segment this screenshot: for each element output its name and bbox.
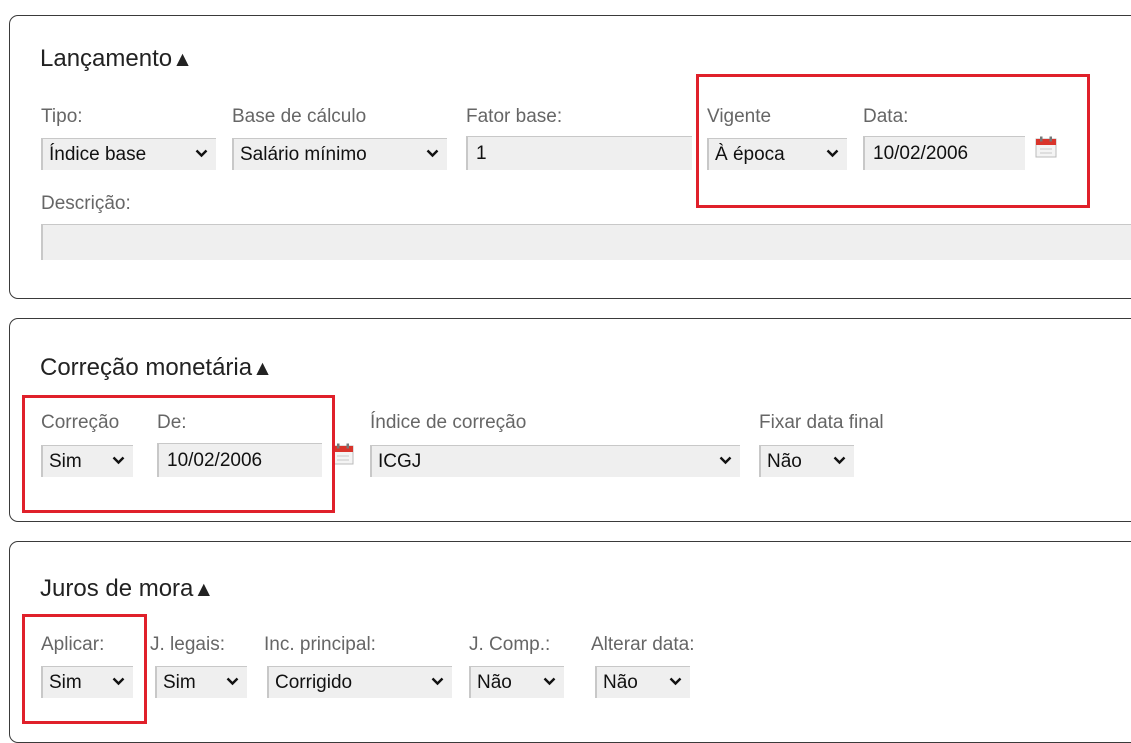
indice-correcao-label: Índice de correção (370, 412, 527, 433)
correcao-title[interactable]: Correção monetária▲ (40, 354, 273, 382)
juros-legais-select[interactable]: Sim (155, 666, 247, 698)
tipo-label: Tipo: (41, 106, 83, 127)
collapse-arrow-icon[interactable]: ▲ (172, 48, 193, 71)
fixar-data-final-label: Fixar data final (759, 412, 884, 433)
collapse-arrow-icon[interactable]: ▲ (252, 357, 273, 380)
juros-panel: Juros de mora▲ Aplicar: Sim J. legais: S… (9, 541, 1131, 743)
alterar-data-select-value: Não (603, 672, 638, 693)
juros-comp-label: J. Comp.: (469, 634, 551, 655)
chevron-down-icon (195, 149, 208, 158)
juros-comp-select-value: Não (477, 672, 512, 693)
inc-principal-label: Inc. principal: (264, 634, 376, 655)
chevron-down-icon (719, 456, 732, 465)
lancamento-title[interactable]: Lançamento▲ (40, 45, 193, 73)
juros-title-text: Juros de mora (40, 575, 194, 602)
base-calculo-select-value: Salário mínimo (240, 144, 367, 165)
juros-legais-label: J. legais: (150, 634, 225, 655)
inc-principal-select-value: Corrigido (275, 672, 353, 693)
alterar-data-select[interactable]: Não (595, 666, 690, 698)
inc-principal-select[interactable]: Corrigido (267, 666, 452, 698)
chevron-down-icon (833, 456, 846, 465)
chevron-down-icon (226, 677, 239, 686)
correcao-panel: Correção monetária▲ Correção Sim De: 10/… (9, 318, 1131, 522)
calendar-icon[interactable] (332, 443, 354, 465)
fator-base-input[interactable]: 1 (466, 136, 692, 170)
juros-legais-select-value: Sim (163, 672, 196, 693)
tipo-select[interactable]: Índice base (41, 138, 216, 170)
correcao-title-text: Correção monetária (40, 354, 253, 381)
fixar-data-final-select-value: Não (767, 451, 802, 472)
indice-correcao-select-value: ICGJ (378, 451, 422, 472)
chevron-down-icon (431, 677, 444, 686)
alterar-data-label: Alterar data: (591, 634, 695, 655)
chevron-down-icon (543, 677, 556, 686)
juros-comp-select[interactable]: Não (469, 666, 564, 698)
juros-title[interactable]: Juros de mora▲ (40, 575, 214, 603)
descricao-input[interactable] (41, 224, 1131, 260)
highlight-box (22, 614, 147, 724)
indice-correcao-select[interactable]: ICGJ (370, 445, 740, 477)
collapse-arrow-icon[interactable]: ▲ (193, 578, 214, 601)
tipo-select-value: Índice base (49, 144, 147, 165)
highlight-box (22, 395, 335, 513)
base-calculo-label: Base de cálculo (232, 106, 367, 127)
fator-base-label: Fator base: (466, 106, 563, 127)
lancamento-panel: Lançamento▲ Tipo: Índice base Base de cá… (9, 15, 1131, 299)
lancamento-title-text: Lançamento (40, 45, 173, 72)
highlight-box (696, 74, 1090, 208)
fixar-data-final-select[interactable]: Não (759, 445, 854, 477)
chevron-down-icon (669, 677, 682, 686)
chevron-down-icon (426, 149, 439, 158)
descricao-label: Descrição: (41, 193, 131, 214)
base-calculo-select[interactable]: Salário mínimo (232, 138, 447, 170)
